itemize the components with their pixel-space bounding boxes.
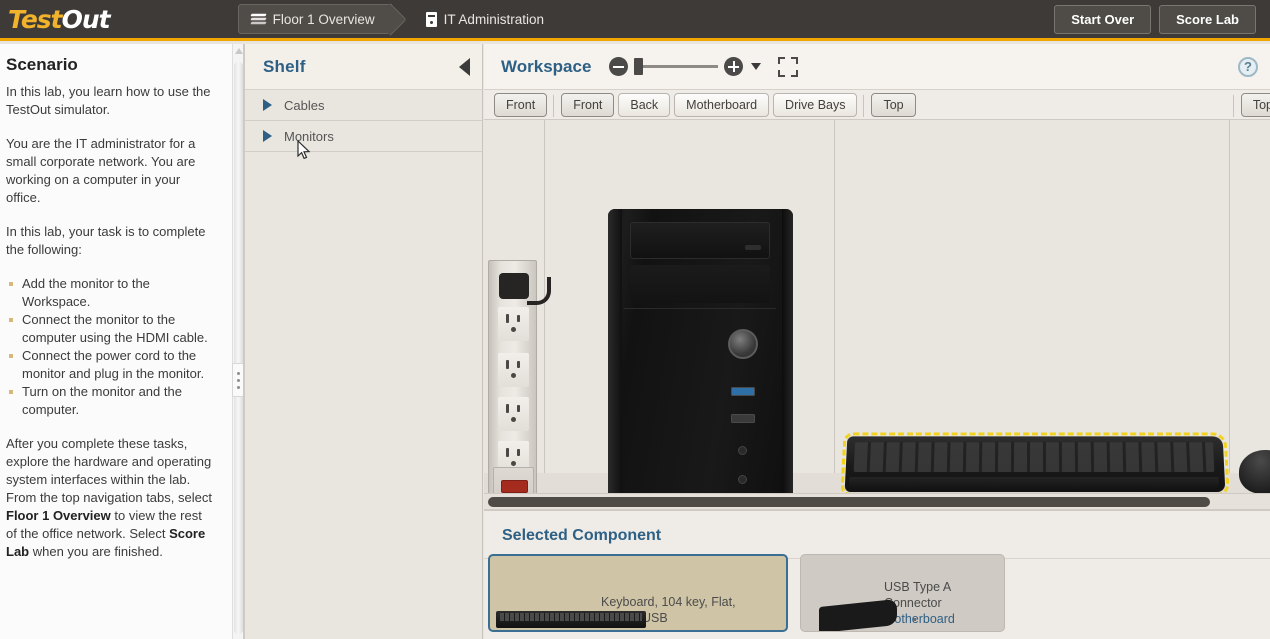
usb-2-port[interactable] [731, 414, 755, 423]
keyboard-object[interactable] [840, 432, 1230, 497]
computer-tower-icon [425, 11, 437, 27]
zoom-slider[interactable] [634, 58, 719, 75]
scenario-title: Scenario [6, 55, 78, 74]
breadcrumb-label: IT Administration [443, 11, 544, 27]
component-card-keyboard[interactable]: Keyboard, 104 key, Flat, v2015, USB [488, 554, 788, 632]
scenario-scroll-thumb[interactable] [234, 62, 243, 634]
expand-triangle-icon [263, 130, 272, 142]
scenario-panel: Scenario In this lab, you learn how to u… [0, 44, 232, 639]
collapse-left-arrow-icon[interactable] [459, 57, 470, 76]
task-item: Connect the power cord to the monitor an… [6, 347, 216, 383]
power-strip-object[interactable]: Surge Protector [488, 260, 551, 509]
outlet[interactable] [498, 397, 529, 431]
workspace-scroll-thumb[interactable] [488, 497, 1210, 507]
testout-logo: TestOut [8, 4, 111, 34]
scenario-task-list: Add the monitor to the Workspace. Connec… [6, 275, 216, 419]
handle-dot [236, 378, 240, 382]
scenario-scrollbar[interactable] [232, 44, 243, 639]
usb-connector-thumb-icon [819, 598, 897, 631]
scenario-paragraph-1: In this lab, you learn how to use the Te… [6, 84, 211, 117]
keyboard-thumb-icon [496, 611, 646, 628]
power-cord [527, 277, 551, 305]
tab-back[interactable]: Back [618, 92, 671, 117]
shelf-item-cables[interactable]: Cables [245, 90, 482, 121]
start-over-button[interactable]: Start Over [1054, 4, 1152, 34]
component-card-usb-connector[interactable]: USB Type A Connector Motherboard [800, 554, 1005, 632]
scene-divider [544, 120, 545, 509]
component-card-label: USB Type A Connector Motherboard [884, 579, 994, 627]
zoom-slider-thumb[interactable] [634, 58, 644, 75]
scene-divider [834, 120, 835, 509]
scenario-closing: After you complete these tasks, explore … [6, 435, 216, 561]
selected-component-title: Selected Component [502, 527, 662, 544]
logo-text-part1: Test [8, 4, 63, 34]
shelf-item-label: Monitors [284, 128, 334, 144]
tab-group-computer: Front Back Motherboard Drive Bays [553, 92, 864, 117]
closing-pre: After you complete these tasks, explore … [6, 436, 212, 505]
scenario-paragraph-3: In this lab, your task is to complete th… [6, 224, 206, 257]
card-bullet [913, 618, 916, 621]
microphone-jack[interactable] [738, 475, 747, 484]
score-lab-button[interactable]: Score Lab [1159, 4, 1256, 34]
fullscreen-icon[interactable] [778, 56, 799, 77]
scenario-paragraph-2: You are the IT administrator for a small… [6, 136, 196, 205]
workspace-title: Workspace [501, 56, 592, 76]
expand-triangle-icon [263, 99, 272, 111]
computer-tower-object[interactable] [608, 209, 793, 509]
breadcrumb-it-administration[interactable]: IT Administration [414, 4, 560, 34]
shelf-header: Shelf [245, 44, 482, 90]
chevron-down-icon[interactable] [751, 63, 762, 70]
shelf-title: Shelf [263, 56, 306, 76]
logo-text-part2: Out [61, 4, 111, 34]
keyboard-keys [853, 442, 1215, 472]
workspace-scene: Surge Protector [484, 120, 1270, 509]
keyboard-front-edge [848, 476, 1220, 491]
workspace-panel: Workspace ? Front Front Back Motherboard… [484, 44, 1270, 639]
drive-bay-cover [630, 265, 770, 303]
task-item: Add the monitor to the Workspace. [6, 275, 216, 311]
shelf-item-label: Cables [284, 97, 325, 113]
tab-group-power-strip: Front [487, 92, 554, 117]
task-item: Turn on the monitor and the computer. [6, 383, 216, 419]
tab-top-mouse[interactable]: Top [1240, 92, 1270, 117]
power-button-icon[interactable] [728, 329, 758, 359]
closing-post: when you are finished. [29, 544, 163, 559]
tab-drive-bays[interactable]: Drive Bays [773, 92, 858, 117]
usb-3-port[interactable] [731, 387, 755, 396]
selected-component-panel: Selected Component Keyboard, 104 key, Fl… [484, 509, 1270, 639]
workspace-header: Workspace ? [484, 44, 1270, 90]
layers-icon [250, 13, 267, 25]
tab-front-power-strip[interactable]: Front [494, 92, 548, 117]
task-item: Connect the monitor to the computer usin… [6, 311, 216, 347]
outlet[interactable] [498, 307, 529, 341]
workspace-horizontal-scrollbar[interactable] [484, 493, 1270, 509]
breadcrumb-floor-1-overview[interactable]: Floor 1 Overview [237, 4, 392, 34]
shelf-item-monitors[interactable]: Monitors [245, 121, 482, 152]
power-switch[interactable] [501, 480, 528, 493]
handle-dot [236, 385, 240, 389]
case-seam [624, 308, 776, 309]
help-question-icon[interactable]: ? [1238, 56, 1258, 77]
header-actions: Start Over Score Lab [1054, 4, 1256, 34]
app-header: TestOut Floor 1 Overview IT Administrati… [0, 0, 1270, 41]
closing-bold-floor-1-overview: Floor 1 Overview [6, 508, 111, 523]
view-tab-row: Front Front Back Motherboard Drive Bays … [484, 90, 1270, 120]
audio-jack[interactable] [738, 446, 747, 455]
tab-motherboard[interactable]: Motherboard [674, 92, 770, 117]
optical-drive[interactable] [630, 222, 770, 259]
breadcrumb: Floor 1 Overview IT Administration [237, 4, 560, 34]
outlet[interactable] [498, 353, 529, 387]
scroll-up-arrow-icon[interactable] [235, 48, 243, 54]
handle-dot [236, 371, 240, 375]
scene-divider [1229, 120, 1230, 509]
zoom-in-icon[interactable] [724, 57, 744, 76]
tab-top-keyboard[interactable]: Top [871, 92, 916, 117]
breadcrumb-label: Floor 1 Overview [272, 11, 375, 27]
zoom-out-icon[interactable] [609, 57, 629, 76]
tab-front[interactable]: Front [561, 92, 615, 117]
tab-group-keyboard: Top [863, 92, 922, 117]
plugged-connector[interactable] [499, 273, 529, 299]
shelf-panel: Shelf Cables Monitors [245, 44, 483, 639]
tab-group-mouse: Top [1232, 92, 1270, 117]
